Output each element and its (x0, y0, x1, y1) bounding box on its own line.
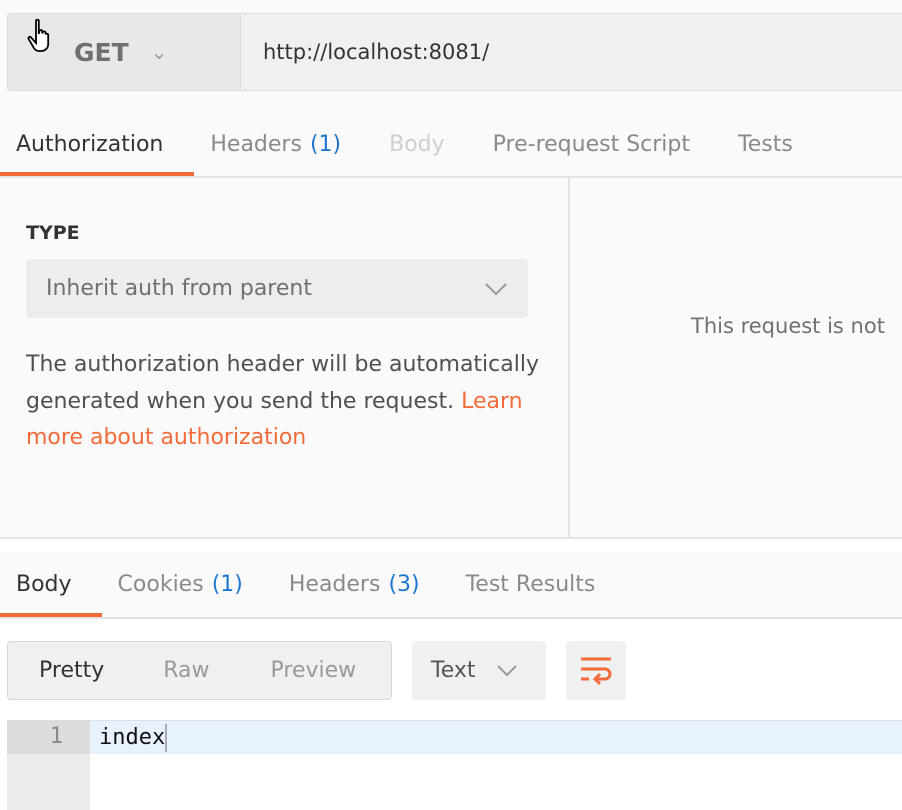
chevron-down-icon: ⌄ (150, 40, 168, 64)
tab-response-headers[interactable]: Headers (3) (273, 552, 450, 617)
headers-count: (3) (388, 572, 420, 597)
tab-label: Headers (210, 131, 302, 157)
headers-count: (1) (309, 131, 342, 157)
view-mode-group: Pretty Raw Preview (7, 641, 392, 700)
tab-cookies[interactable]: Cookies (1) (102, 552, 273, 617)
response-body-editor[interactable]: index (90, 720, 902, 754)
view-pretty-button[interactable]: Pretty (8, 658, 134, 683)
url-input[interactable]: http://localhost:8081/ (241, 14, 902, 90)
chevron-down-icon (485, 282, 507, 295)
hand-pointer-icon (27, 18, 50, 52)
auth-type-value: Inherit auth from parent (46, 276, 312, 301)
url-bar: GET ⌄ http://localhost:8081/ (7, 13, 902, 91)
view-raw-button[interactable]: Raw (134, 658, 239, 683)
tab-tests[interactable]: Tests (722, 112, 825, 176)
tab-response-body[interactable]: Body (0, 552, 102, 617)
cookies-count: (1) (211, 572, 243, 597)
request-message: This request is not (691, 314, 885, 338)
text-caret (165, 724, 168, 752)
tab-label: Tests (738, 131, 793, 157)
view-preview-button[interactable]: Preview (240, 658, 357, 683)
format-value: Text (431, 658, 476, 683)
tab-label: Body (389, 131, 445, 157)
request-tabs: Authorization Headers (1) Body Pre-reques… (0, 112, 902, 178)
wrap-lines-button[interactable] (566, 641, 626, 700)
auth-type-select[interactable]: Inherit auth from parent (26, 259, 528, 318)
tab-label: Cookies (117, 572, 204, 597)
wrap-lines-icon (581, 657, 612, 685)
format-select[interactable]: Text (412, 641, 546, 700)
tab-label: Pre-request Script (492, 131, 691, 157)
tab-label: Test Results (465, 572, 596, 597)
chevron-down-icon (496, 665, 517, 677)
response-tabs: Body Cookies (1) Headers (3) Test Results (0, 552, 902, 619)
tab-authorization[interactable]: Authorization (0, 112, 195, 176)
tab-label: Authorization (16, 131, 164, 157)
method-label: GET (74, 37, 129, 67)
body-text: index (99, 725, 166, 750)
auth-description: The authorization header will be automat… (26, 347, 546, 457)
tab-body[interactable]: Body (373, 112, 477, 176)
tab-label: Headers (288, 572, 381, 597)
line-number: 1 (7, 720, 90, 754)
tab-pre-request-script[interactable]: Pre-request Script (477, 112, 722, 176)
tab-headers[interactable]: Headers (1) (194, 112, 373, 176)
tab-label: Body (16, 572, 72, 597)
tab-test-results[interactable]: Test Results (450, 552, 626, 617)
panel-divider[interactable] (568, 178, 570, 538)
type-label: TYPE (26, 222, 80, 244)
